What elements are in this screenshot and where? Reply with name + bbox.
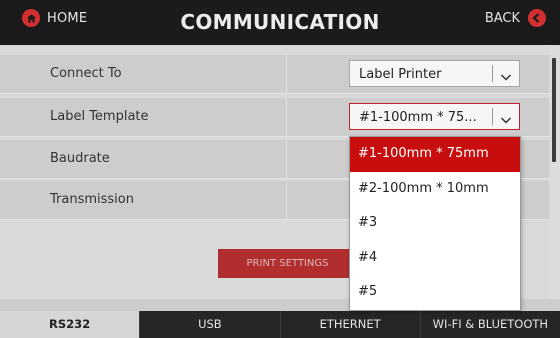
dropdown-option[interactable]: #4	[350, 241, 520, 276]
back-label: BACK	[484, 10, 520, 26]
back-button[interactable]: BACK	[485, 9, 546, 27]
select-value: #1-100mm * 75...	[359, 110, 477, 125]
tab-wifi-bluetooth[interactable]: WI-FI & BLUETOOTH	[419, 311, 560, 338]
setting-label: Baudrate	[50, 151, 110, 166]
dropdown-option[interactable]: #5	[350, 275, 520, 310]
dropdown-option[interactable]: #2-100mm * 10mm	[350, 172, 520, 207]
scrollbar[interactable]	[549, 45, 560, 299]
tab-usb[interactable]: USB	[139, 311, 279, 338]
bottom-tab-bar: RS232 USB ETHERNET WI-FI & BLUETOOTH	[0, 311, 560, 338]
header-bar: HOME COMMUNICATION BACK	[0, 0, 560, 45]
chevron-down-icon	[500, 110, 512, 129]
dropdown-option[interactable]: #3	[350, 206, 520, 241]
select-separator	[492, 108, 493, 125]
tab-ethernet[interactable]: ETHERNET	[279, 311, 420, 338]
print-settings-button[interactable]: PRINT SETTINGS	[218, 249, 357, 278]
page-title: COMMUNICATION	[180, 10, 380, 34]
tab-rs232[interactable]: RS232	[0, 311, 140, 338]
row-divider	[286, 181, 287, 219]
setting-label: Label Template	[50, 109, 149, 124]
row-divider	[286, 55, 287, 93]
setting-row-connect-to: Connect To Label Printer	[0, 55, 549, 94]
row-divider	[286, 98, 287, 136]
label-template-select[interactable]: #1-100mm * 75...	[349, 103, 520, 130]
setting-label: Transmission	[50, 192, 134, 207]
setting-row-label-template: Label Template #1-100mm * 75...	[0, 98, 549, 137]
chevron-down-icon	[500, 67, 512, 86]
label-template-dropdown[interactable]: #1-100mm * 75mm #2-100mm * 10mm #3 #4 #5	[349, 136, 521, 311]
setting-label: Connect To	[50, 66, 122, 81]
select-separator	[492, 65, 493, 82]
dropdown-option[interactable]: #1-100mm * 75mm	[350, 137, 520, 172]
select-value: Label Printer	[359, 67, 442, 82]
connect-to-select[interactable]: Label Printer	[349, 60, 520, 87]
back-arrow-icon	[528, 9, 546, 27]
scrollbar-thumb[interactable]	[552, 58, 556, 162]
row-divider	[286, 140, 287, 178]
